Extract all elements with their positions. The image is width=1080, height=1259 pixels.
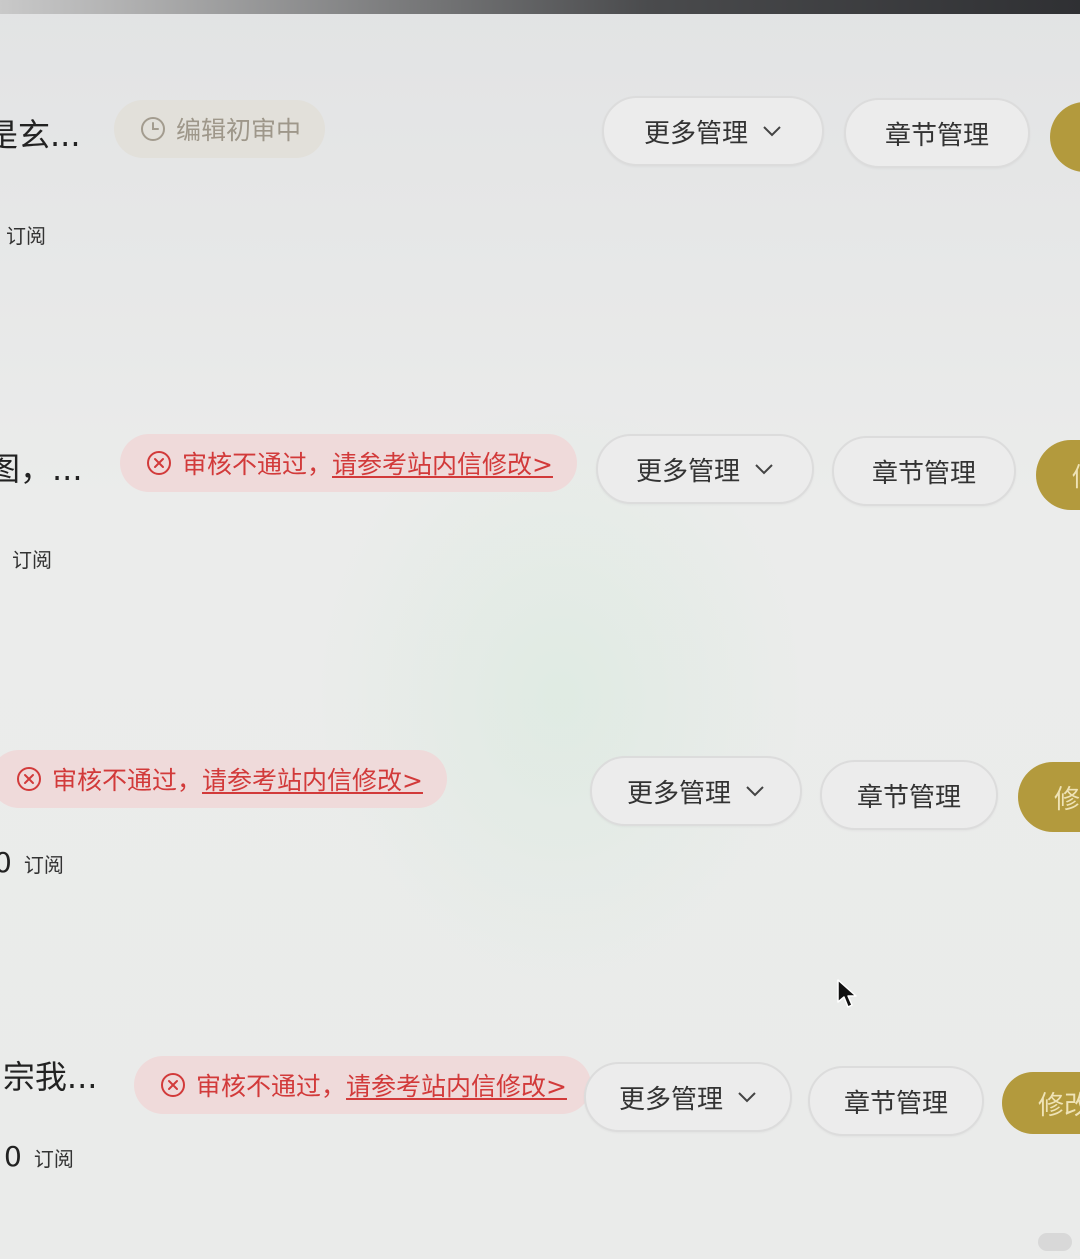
edit-work-button[interactable]: 修	[1036, 440, 1080, 510]
subscribe-label: 订阅	[33, 1147, 74, 1171]
chevron-down-icon	[746, 786, 764, 797]
subscription-number: 0	[0, 846, 12, 879]
subscription-count: 订阅	[6, 220, 46, 249]
more-management-button[interactable]: 更多管理	[584, 1062, 792, 1132]
works-management-page: 是玄... 编辑初审中 订阅 更多管理 章节管理 图，... 审核不通过， 请参…	[0, 0, 1080, 1259]
chapter-management-label: 章节管理	[843, 1088, 948, 1119]
status-text: 审核不通过，	[52, 766, 203, 795]
more-management-label: 更多管理	[626, 778, 731, 809]
subscribe-label: 订阅	[23, 853, 64, 877]
inbox-message-link[interactable]: 请参考站内信修改>	[202, 761, 423, 797]
subscribe-label: 订阅	[12, 548, 52, 572]
close-circle-icon	[161, 1073, 185, 1097]
subscription-count: 0 订阅	[4, 1140, 74, 1173]
chapter-management-label: 章节管理	[871, 458, 976, 489]
subscribe-label: 订阅	[6, 224, 46, 248]
edit-work-button[interactable]: 修改	[1002, 1072, 1080, 1134]
edit-work-label: 修	[1054, 784, 1080, 815]
inbox-message-link[interactable]: 请参考站内信修改>	[346, 1067, 567, 1103]
status-badge: 审核不通过， 请参考站内信修改>	[134, 1056, 591, 1114]
chapter-management-button[interactable]: 章节管理	[808, 1066, 984, 1136]
more-management-label: 更多管理	[635, 456, 740, 487]
chevron-down-icon	[738, 1092, 756, 1103]
chevron-down-icon	[755, 464, 773, 475]
book-title[interactable]: 图，...	[0, 444, 83, 490]
more-management-label: 更多管理	[618, 1084, 723, 1115]
more-management-button[interactable]: 更多管理	[590, 756, 802, 826]
edit-work-label: 修改	[1038, 1090, 1080, 1121]
status-badge: 审核不通过， 请参考站内信修改>	[0, 750, 447, 808]
close-circle-icon	[17, 767, 41, 791]
status-badge: 审核不通过， 请参考站内信修改>	[120, 434, 577, 492]
subscription-number: 0	[4, 1140, 22, 1173]
book-title[interactable]: l宗我...	[0, 1052, 97, 1098]
edit-work-button[interactable]: 修	[1018, 762, 1080, 832]
work-row: l宗我... 审核不通过， 请参考站内信修改> 0 订阅 更多管理 章节管理 修改	[0, 0, 1080, 1173]
status-text: 审核不通过，	[182, 450, 333, 479]
subscription-count: 0 订阅	[0, 846, 64, 879]
chapter-management-button[interactable]: 章节管理	[820, 760, 998, 830]
close-circle-icon	[147, 451, 171, 475]
chapter-management-button[interactable]: 章节管理	[832, 436, 1016, 506]
mouse-pointer-icon	[837, 979, 857, 1008]
status-text: 审核不通过，	[196, 1072, 347, 1101]
subscription-count: 订阅	[12, 544, 52, 573]
inbox-message-link[interactable]: 请参考站内信修改>	[332, 445, 553, 481]
watermark-badge	[1038, 1233, 1072, 1251]
chapter-management-label: 章节管理	[856, 782, 961, 813]
more-management-button[interactable]: 更多管理	[596, 434, 814, 504]
edit-work-label: 修	[1072, 457, 1080, 494]
